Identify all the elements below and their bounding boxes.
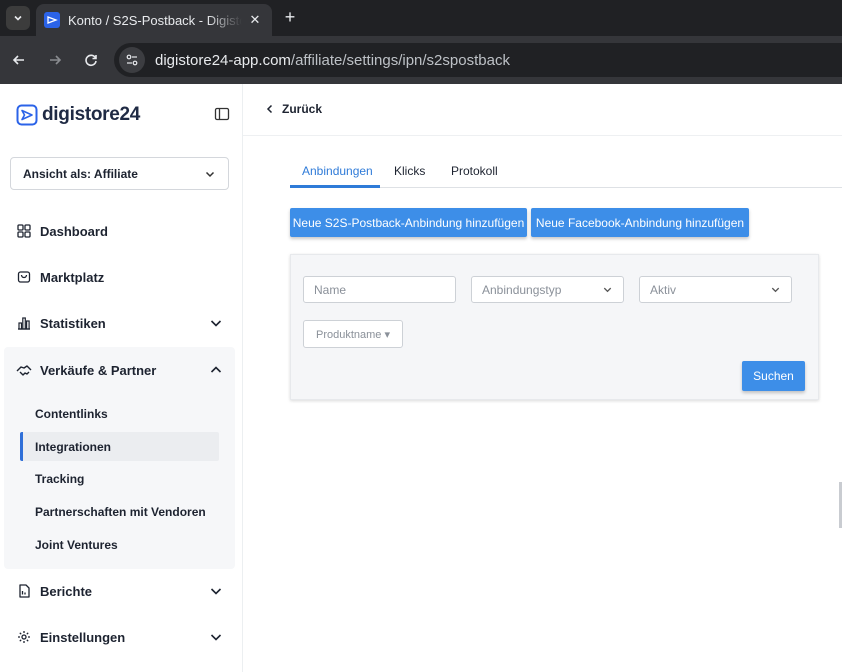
sidebar-toggle-icon[interactable]: [214, 106, 230, 122]
reload-icon[interactable]: [79, 48, 103, 72]
sidebar-subitem-joint-ventures[interactable]: Joint Ventures: [20, 530, 219, 559]
sidebar-item-label: Marktplatz: [40, 269, 105, 285]
connection-type-select[interactable]: Anbindungstyp: [471, 276, 624, 303]
name-filter-input[interactable]: Name: [303, 276, 456, 303]
tab-anbindungen[interactable]: Anbindungen: [302, 164, 373, 178]
grid-icon: [16, 223, 32, 239]
logo-text: digistore24: [42, 104, 141, 125]
sidebar-item-label: Dashboard: [40, 223, 108, 239]
sidebar-item-label: Einstellungen: [40, 629, 126, 645]
url-text: digistore24-app.com/affiliate/settings/i…: [155, 51, 510, 69]
main-content: Zurück Anbindungen Klicks Protokoll Neue…: [243, 84, 842, 672]
sidebar-subitem-tracking[interactable]: Tracking: [20, 464, 219, 493]
chevron-left-icon: [265, 103, 277, 115]
active-status-placeholder: Aktiv: [650, 282, 677, 297]
chevron-down-icon: [14, 15, 22, 21]
add-facebook-button[interactable]: Neue Facebook-Anbindung hinzufügen: [531, 208, 749, 237]
tab-search-button[interactable]: [6, 6, 30, 30]
chevron-down-icon: [210, 320, 222, 327]
name-filter-placeholder: Name: [314, 282, 347, 297]
chevron-down-icon: [205, 171, 215, 177]
sidebar-item-berichte[interactable]: Berichte: [0, 568, 243, 614]
sidebar-item-einstellungen[interactable]: Einstellungen: [0, 614, 243, 660]
filter-panel: Name Anbindungstyp Aktiv Produktname ▾ S…: [290, 254, 819, 400]
role-select[interactable]: Ansicht als: Affiliate: [10, 157, 229, 190]
chevron-down-icon: [771, 287, 780, 293]
back-link[interactable]: Zurück: [265, 102, 322, 116]
sidebar-item-label: Verkäufe & Partner: [40, 362, 157, 378]
chevron-up-icon: [210, 366, 222, 373]
digistore-favicon-icon: [44, 12, 60, 28]
add-s2s-postback-button[interactable]: Neue S2S-Postback-Anbindung hinzufügen: [290, 208, 527, 237]
tab-klicks[interactable]: Klicks: [394, 164, 425, 178]
chevron-down-icon: [210, 588, 222, 595]
sidebar-subitem-partnerschaften[interactable]: Partnerschaften mit Vendoren: [20, 497, 219, 526]
search-button[interactable]: Suchen: [742, 361, 805, 391]
browser-tab[interactable]: Konto / S2S-Postback - Digistore24 ✕: [36, 4, 272, 36]
role-select-label: Ansicht als: Affiliate: [23, 166, 138, 181]
tab-bar: Anbindungen Klicks Protokoll: [290, 156, 842, 188]
store-icon: [16, 269, 32, 285]
browser-tabstrip: Konto / S2S-Postback - Digistore24 ✕ +: [0, 0, 842, 36]
product-name-dropdown[interactable]: Produktname ▾: [303, 320, 403, 348]
sidebar-item-marktplatz[interactable]: Marktplatz: [0, 254, 243, 300]
sidebar: digistore24 Ansicht als: Affiliate Dashb…: [0, 84, 243, 672]
browser-tab-title: Konto / S2S-Postback - Digistore24: [68, 12, 242, 28]
active-status-select[interactable]: Aktiv: [639, 276, 792, 303]
close-tab-icon[interactable]: ✕: [246, 12, 264, 28]
sidebar-item-dashboard[interactable]: Dashboard: [0, 208, 243, 254]
handshake-icon: [16, 362, 32, 378]
sidebar-subitem-integrationen[interactable]: Integrationen: [20, 432, 219, 461]
sidebar-item-statistiken[interactable]: Statistiken: [0, 300, 243, 346]
site-settings-icon[interactable]: [119, 47, 145, 73]
sidebar-item-label: Berichte: [40, 583, 93, 599]
chevron-down-icon: [603, 287, 612, 293]
back-arrow-icon[interactable]: [7, 48, 31, 72]
sidebar-item-label: Statistiken: [40, 315, 106, 331]
connection-type-placeholder: Anbindungstyp: [482, 282, 562, 297]
gear-icon: [16, 629, 32, 645]
document-icon: [16, 583, 32, 599]
sidebar-item-verkaeufe-partner[interactable]: Verkäufe & Partner: [0, 347, 243, 393]
bar-chart-icon: [16, 315, 32, 331]
chevron-down-icon: [210, 634, 222, 641]
active-tab-indicator: [290, 185, 380, 188]
tab-protokoll[interactable]: Protokoll: [451, 164, 498, 178]
browser-toolbar: digistore24-app.com/affiliate/settings/i…: [0, 36, 842, 84]
back-link-label: Zurück: [282, 102, 323, 116]
header-divider: [243, 135, 842, 136]
new-tab-icon[interactable]: +: [279, 6, 301, 28]
forward-arrow-icon[interactable]: [43, 48, 67, 72]
logo[interactable]: digistore24: [16, 104, 140, 126]
sidebar-subitem-contentlinks[interactable]: Contentlinks: [20, 399, 219, 428]
address-bar[interactable]: digistore24-app.com/affiliate/settings/i…: [114, 43, 842, 77]
digistore-logo-icon: [16, 104, 38, 126]
